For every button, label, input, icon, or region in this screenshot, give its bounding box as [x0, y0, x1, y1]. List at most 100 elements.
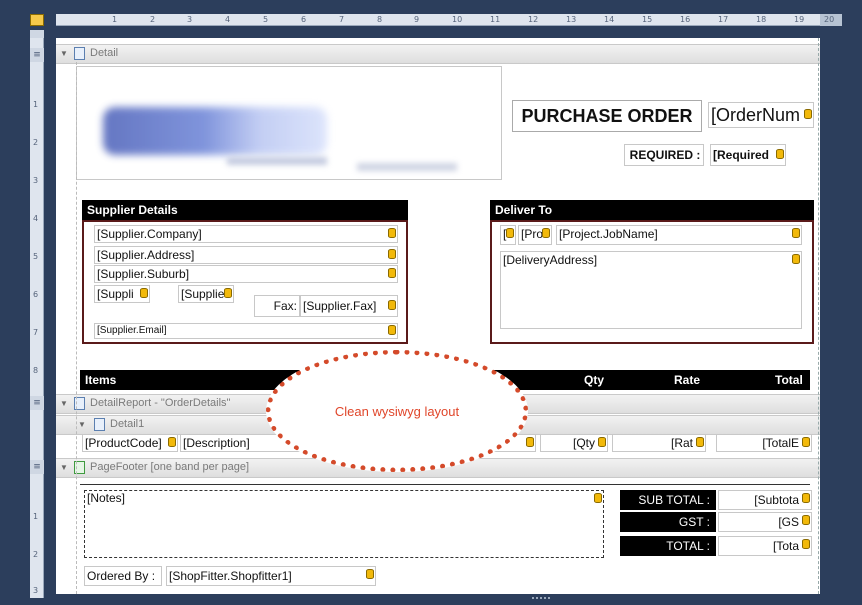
- grand-total-text: [Tota: [772, 539, 799, 553]
- required-label[interactable]: REQUIRED :: [624, 144, 704, 166]
- deliver-to-header[interactable]: Deliver To: [490, 200, 814, 220]
- ruler-collapse-icon[interactable]: [30, 30, 44, 38]
- database-field-icon: [598, 437, 606, 447]
- supplier-address-field[interactable]: [Supplier.Address]: [94, 246, 398, 264]
- deliver-field-2-text: [Pro: [521, 227, 544, 241]
- vertical-ruler: 1 2 3 4 5 6 7 8 1 2 3: [30, 38, 44, 598]
- grand-total-field[interactable]: [Tota: [718, 536, 812, 556]
- ruler-tick-label: 5: [33, 252, 39, 261]
- database-field-icon: [594, 493, 602, 503]
- ruler-tick-label: 7: [339, 15, 345, 24]
- right-margin-guide: [818, 38, 819, 594]
- collapse-triangle-icon[interactable]: ▼: [60, 395, 68, 412]
- horizontal-ruler: 1 2 3 4 5 6 7 8 9 10 11 12 13 14 15 16 17 18 19 20: [56, 14, 842, 26]
- product-code-text: [ProductCode]: [85, 436, 162, 450]
- band-label: Detail: [90, 47, 119, 59]
- company-logo-image[interactable]: [76, 66, 502, 180]
- total-field[interactable]: [TotalE: [716, 434, 812, 452]
- collapse-triangle-icon[interactable]: ▼: [78, 416, 86, 433]
- ordered-by-field[interactable]: [ShopFitter.Shopfitter1]: [166, 566, 376, 586]
- ruler-tick-label: 20: [824, 15, 835, 24]
- ordered-by-label[interactable]: Ordered By :: [84, 566, 162, 586]
- report-design-surface[interactable]: ▼ Detail PURCHASE ORDER [OrderNum REQUIR…: [56, 38, 820, 594]
- supplier-fax-label[interactable]: Fax:: [254, 295, 300, 317]
- rate-header-label: Rate: [674, 373, 701, 387]
- gst-label[interactable]: GST :: [620, 512, 716, 532]
- deliver-field-2[interactable]: [Pro: [518, 225, 552, 245]
- qty-text: [Qty: [572, 436, 595, 450]
- purchase-order-title[interactable]: PURCHASE ORDER: [512, 100, 702, 132]
- rate-field[interactable]: [Rat: [612, 434, 706, 452]
- deliver-field-1[interactable]: [: [500, 225, 516, 245]
- ruler-tick-label: 7: [33, 328, 39, 337]
- ruler-tick-label: 3: [33, 176, 39, 185]
- supplier-details-header[interactable]: Supplier Details: [82, 200, 408, 220]
- band-menu-icon-detailreport[interactable]: ≡: [30, 396, 44, 410]
- order-number-text: [OrderNum: [711, 105, 801, 125]
- collapse-triangle-icon[interactable]: ▼: [60, 45, 68, 62]
- sub-total-label[interactable]: SUB TOTAL :: [620, 490, 716, 510]
- required-field[interactable]: [Required: [710, 144, 786, 166]
- supplier-fax-text: [Supplier.Fax]: [303, 299, 377, 313]
- supplier-suburb-field[interactable]: [Supplier.Suburb]: [94, 265, 398, 283]
- database-field-icon: [542, 228, 550, 238]
- database-field-icon: [224, 288, 232, 298]
- annotation-callout-bubble: Clean wysiwyg layout: [266, 350, 528, 472]
- ruler-tick-label: 12: [528, 15, 539, 24]
- rate-text: [Rat: [670, 436, 693, 450]
- database-field-icon: [388, 268, 396, 278]
- supplier-suburb-text: [Supplier.Suburb]: [97, 267, 190, 281]
- fax-label-text: Fax:: [273, 299, 297, 313]
- band-detail[interactable]: ▼ Detail: [56, 44, 820, 64]
- supplier-company-text: [Supplier.Company]: [97, 227, 202, 241]
- supplier-fax-field[interactable]: [Supplier.Fax]: [300, 295, 398, 317]
- database-field-icon: [792, 254, 800, 264]
- band-menu-icon-detail[interactable]: ≡: [30, 48, 44, 62]
- notes-text: [Notes]: [87, 491, 126, 505]
- collapse-triangle-icon[interactable]: ▼: [60, 459, 68, 476]
- database-field-icon: [168, 437, 176, 447]
- supplier-address-text: [Supplier.Address]: [97, 248, 195, 262]
- supplier-field-2-text: [Supplie: [181, 287, 225, 301]
- order-number-field[interactable]: [OrderNum: [708, 102, 814, 128]
- supplier-details-title: Supplier Details: [87, 203, 178, 217]
- footer-top-line: [80, 484, 810, 485]
- total-text: [TotalE: [762, 436, 799, 450]
- ruler-tick-label: 4: [225, 15, 231, 24]
- description-text: [Description]: [183, 436, 250, 450]
- required-label-text: REQUIRED :: [629, 148, 701, 162]
- database-field-icon: [388, 325, 396, 335]
- total-label[interactable]: TOTAL :: [620, 536, 716, 556]
- supplier-field-1-text: [Suppli: [97, 287, 134, 301]
- ruler-tick-label: 6: [301, 15, 307, 24]
- notes-field[interactable]: [Notes]: [84, 490, 604, 558]
- database-field-icon: [792, 228, 800, 238]
- qty-header-label: Qty: [584, 373, 605, 387]
- gst-field[interactable]: [GS: [718, 512, 812, 532]
- product-code-field[interactable]: [ProductCode]: [82, 434, 178, 452]
- ruler-tick-label: 18: [756, 15, 767, 24]
- band-label: DetailReport - "OrderDetails": [90, 397, 231, 409]
- band-menu-icon-pagefooter[interactable]: ≡: [30, 460, 44, 474]
- database-field-icon: [802, 493, 810, 503]
- database-field-icon: [776, 149, 784, 159]
- delivery-address-text: [DeliveryAddress]: [503, 253, 598, 267]
- ruler-tick-label: 8: [377, 15, 383, 24]
- ruler-corner-icon[interactable]: [30, 14, 44, 26]
- ruler-tick-label: 13: [566, 15, 577, 24]
- resize-grip-icon[interactable]: [532, 597, 550, 601]
- ruler-tick-label: 6: [33, 290, 39, 299]
- left-margin-guide: [76, 62, 77, 594]
- sub-total-field[interactable]: [Subtota: [718, 490, 812, 510]
- delivery-address-field[interactable]: [DeliveryAddress]: [500, 251, 802, 329]
- supplier-company-field[interactable]: [Supplier.Company]: [94, 225, 398, 243]
- project-jobname-field[interactable]: [Project.JobName]: [556, 225, 802, 245]
- supplier-field-1[interactable]: [Suppli: [94, 285, 150, 303]
- qty-field[interactable]: [Qty: [540, 434, 608, 452]
- total-header-label: Total: [775, 373, 803, 387]
- supplier-email-field[interactable]: [Supplier.Email]: [94, 323, 398, 339]
- ruler-tick-label: 14: [604, 15, 615, 24]
- ruler-tick-label: 1: [33, 100, 39, 109]
- supplier-field-2[interactable]: [Supplie: [178, 285, 234, 303]
- ruler-tick-label: 16: [680, 15, 691, 24]
